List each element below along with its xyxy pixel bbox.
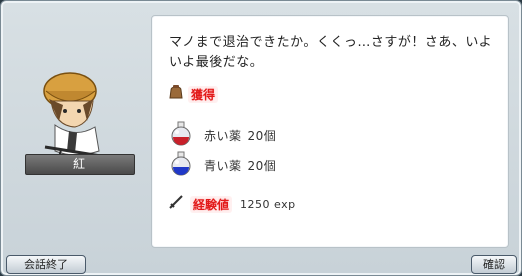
npc-dialog-window: 紅 マノまで退治できたか。くくっ…さすが！さあ、いよいよ最後だな。 獲得 赤い薬…	[0, 0, 522, 276]
red-potion-icon	[168, 120, 194, 150]
reward-item-row: 青い薬 20個	[168, 150, 276, 180]
exp-value: 1250 exp	[240, 197, 296, 211]
reward-exp-row: 経験値 1250 exp	[168, 194, 296, 214]
exp-label: 経験値	[190, 195, 233, 213]
confirm-button[interactable]: 確認	[471, 255, 517, 274]
item-count: 20個	[247, 128, 277, 143]
bag-icon	[168, 84, 184, 104]
item-name: 青い薬	[204, 158, 242, 173]
end-conversation-button[interactable]: 会話終了	[6, 255, 86, 274]
dialog-panel: マノまで退治できたか。くくっ…さすが！さあ、いよいよ最後だな。 獲得 赤い薬 2…	[151, 15, 509, 248]
npc-name-plate: 紅	[25, 154, 135, 175]
reward-item-row: 赤い薬 20個	[168, 120, 276, 150]
item-name: 赤い薬	[204, 128, 242, 143]
dialog-text: マノまで退治できたか。くくっ…さすが！さあ、いよいよ最後だな。	[169, 35, 493, 70]
blue-potion-icon	[168, 150, 194, 180]
obtain-label: 獲得	[188, 85, 219, 103]
item-count: 20個	[247, 158, 277, 173]
sword-icon	[168, 194, 184, 214]
reward-obtain-row: 獲得	[168, 84, 219, 104]
